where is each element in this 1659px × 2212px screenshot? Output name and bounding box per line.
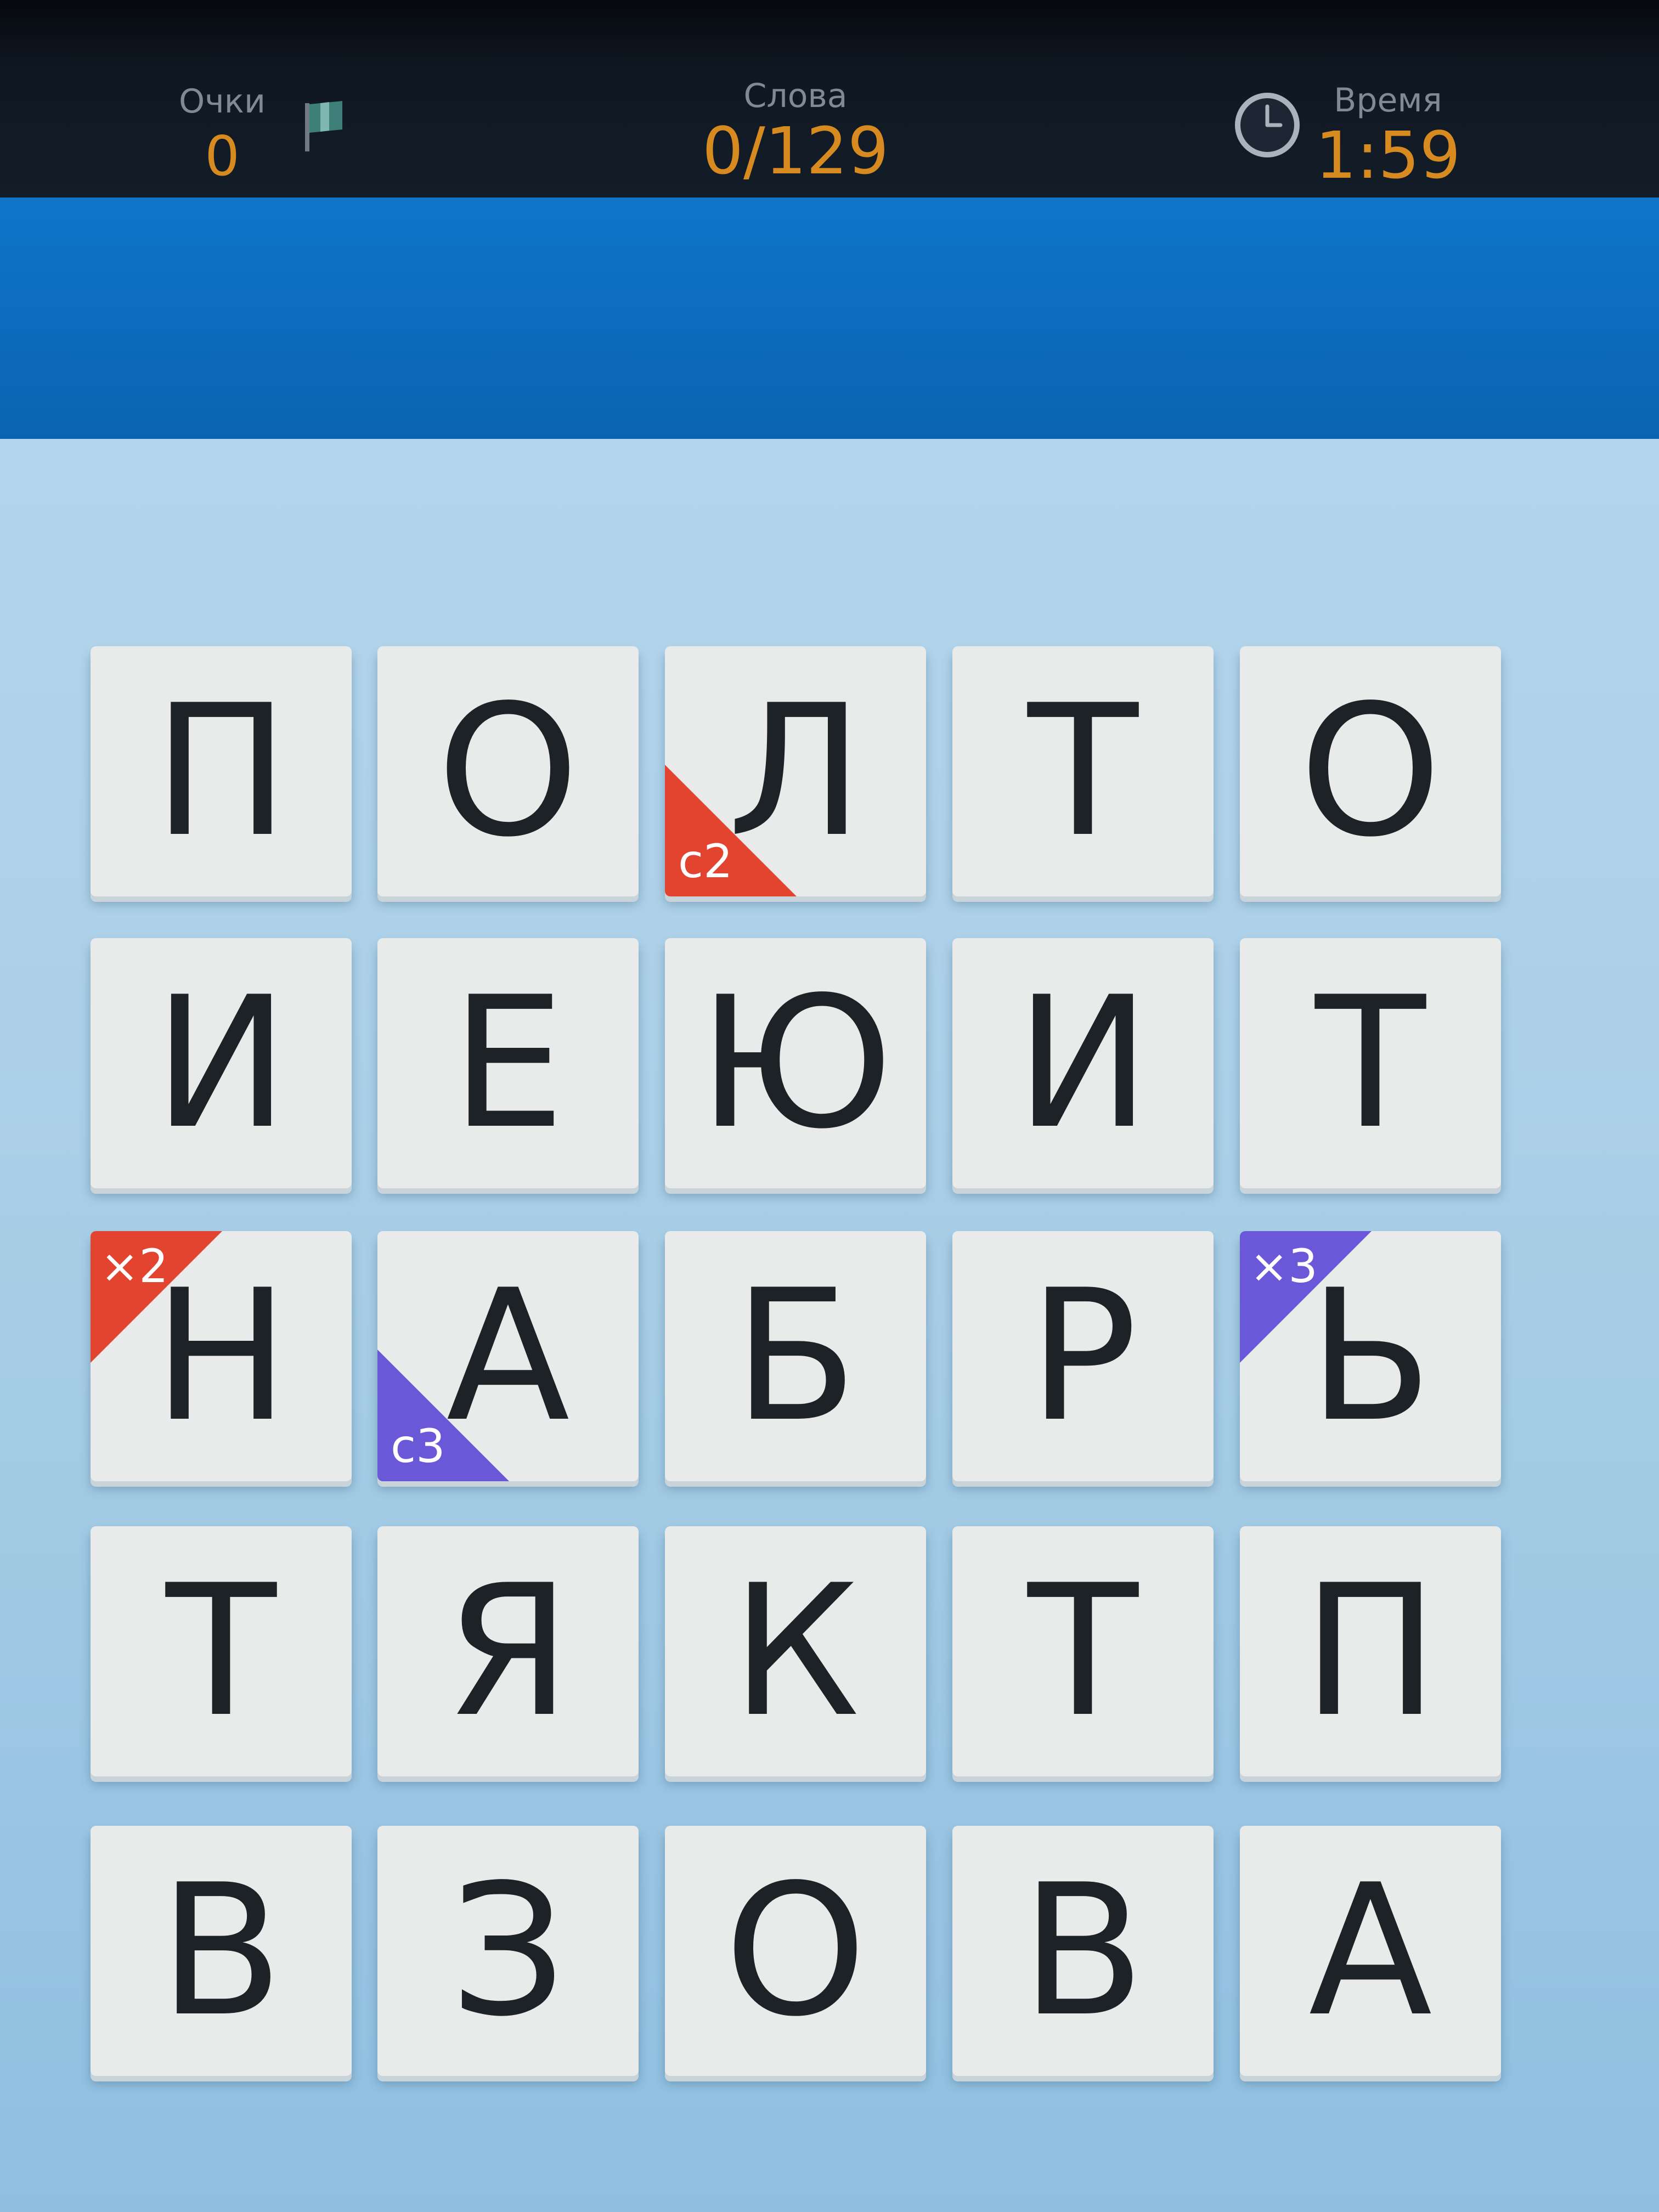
letter-tile[interactable]: Е	[377, 938, 639, 1188]
tile-letter: Р	[1028, 1251, 1138, 1462]
letter-tile[interactable]: Т	[952, 646, 1214, 896]
words-value: 0/129	[702, 113, 889, 189]
tile-letter: А	[1308, 1846, 1432, 2056]
words-label: Слова	[743, 77, 848, 115]
header-band	[0, 198, 1659, 439]
letter-tile[interactable]: И	[952, 938, 1214, 1188]
tile-letter: В	[159, 1846, 284, 2056]
letter-tile[interactable]: О	[665, 1826, 926, 2076]
game-screen: Очки 0 Слова 0/129 Время 1:59 П Оc2 Л Т О И Е Ю…	[0, 0, 1659, 2212]
tile-letter: О	[724, 1846, 867, 2056]
letter-tile[interactable]: Ю	[665, 938, 926, 1188]
tile-letter: Я	[445, 1546, 571, 1757]
tile-letter: И	[1015, 958, 1151, 1169]
tile-letter: Т	[1028, 1546, 1138, 1757]
tile-letter: Ь	[1308, 1251, 1433, 1462]
tile-letter: В	[1020, 1846, 1146, 2056]
letter-tile[interactable]: Я	[377, 1526, 639, 1776]
letter-tile[interactable]: ×2 Н	[91, 1231, 352, 1481]
tile-letter: Н	[153, 1251, 290, 1462]
tile-letter: И	[153, 958, 289, 1169]
letter-tile[interactable]: К	[665, 1526, 926, 1776]
tile-letter: О	[1299, 666, 1442, 877]
letter-tile[interactable]: c2 Л	[665, 646, 926, 896]
words-stat: Слова 0/129	[675, 77, 916, 187]
letter-tile[interactable]: И	[91, 938, 352, 1188]
time-label: Время	[1334, 81, 1442, 120]
tile-letter: П	[1302, 1546, 1439, 1757]
clock-icon	[1235, 93, 1300, 157]
score-label: Очки	[179, 82, 266, 121]
letter-tile[interactable]: З	[377, 1826, 639, 2076]
tile-letter: Б	[733, 1251, 858, 1462]
tile-letter: К	[731, 1546, 860, 1757]
tile-letter: П	[153, 666, 290, 877]
tile-letter: Ю	[697, 958, 894, 1169]
tile-letter: Т	[1028, 666, 1138, 877]
letter-tile[interactable]: А	[1240, 1826, 1501, 2076]
letter-tile[interactable]: О	[377, 646, 639, 896]
time-stat: Время 1:59	[1306, 81, 1470, 191]
letter-tile[interactable]: Р	[952, 1231, 1214, 1481]
letter-tile[interactable]: Т	[91, 1526, 352, 1776]
letter-tile[interactable]: О	[1240, 646, 1501, 896]
letter-tile[interactable]: ×3 Ь	[1240, 1231, 1501, 1481]
letter-tile[interactable]: Т	[1240, 938, 1501, 1188]
letter-tile[interactable]: В	[91, 1826, 352, 2076]
score-stat: Очки 0	[165, 82, 280, 192]
letter-tile[interactable]: П	[1240, 1526, 1501, 1776]
letter-tile[interactable]: Б	[665, 1231, 926, 1481]
tile-letter: Т	[1315, 958, 1426, 1169]
tile-letter: О	[437, 666, 579, 877]
letter-tile[interactable]: В	[952, 1826, 1214, 2076]
flag-icon[interactable]	[302, 99, 346, 154]
status-bar: Очки 0 Слова 0/129 Время 1:59	[0, 0, 1659, 198]
tile-letter: З	[450, 1846, 566, 2056]
tile-letter: Т	[166, 1546, 276, 1757]
tile-letter: Е	[450, 958, 566, 1169]
tile-letter: А	[446, 1251, 570, 1462]
time-value: 1:59	[1315, 117, 1461, 193]
score-value: 0	[205, 124, 240, 188]
letter-tile[interactable]: П	[91, 646, 352, 896]
tile-letter: Л	[727, 666, 864, 877]
letter-tile[interactable]: Т	[952, 1526, 1214, 1776]
letter-tile[interactable]: c3 А	[377, 1231, 639, 1481]
